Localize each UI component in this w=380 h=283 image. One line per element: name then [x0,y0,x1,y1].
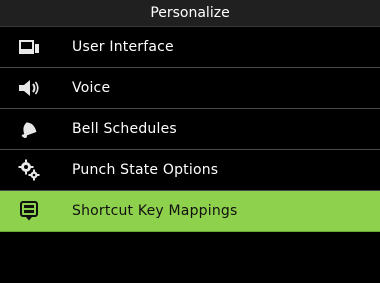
device-screen: Personalize User Interface Voice Bell Sc… [0,0,380,283]
menu-item-label: Punch State Options [72,162,219,178]
menu-item-shortcut-key-mappings[interactable]: Shortcut Key Mappings [0,191,380,232]
speaker-icon [18,77,40,99]
menu-item-voice[interactable]: Voice [0,68,380,109]
display-icon [18,36,40,58]
menu-item-label: User Interface [72,39,174,55]
menu-item-user-interface[interactable]: User Interface [0,27,380,68]
menu-item-punch-state-options[interactable]: Punch State Options [0,150,380,191]
personalize-menu: User Interface Voice Bell Schedules Punc… [0,27,380,232]
keypad-icon [18,200,40,222]
menu-item-label: Bell Schedules [72,121,177,137]
gears-icon [18,159,40,181]
menu-item-label: Voice [72,80,111,96]
menu-item-label: Shortcut Key Mappings [72,203,238,219]
bell-icon [18,118,40,140]
page-title: Personalize [0,0,380,27]
menu-item-bell-schedules[interactable]: Bell Schedules [0,109,380,150]
